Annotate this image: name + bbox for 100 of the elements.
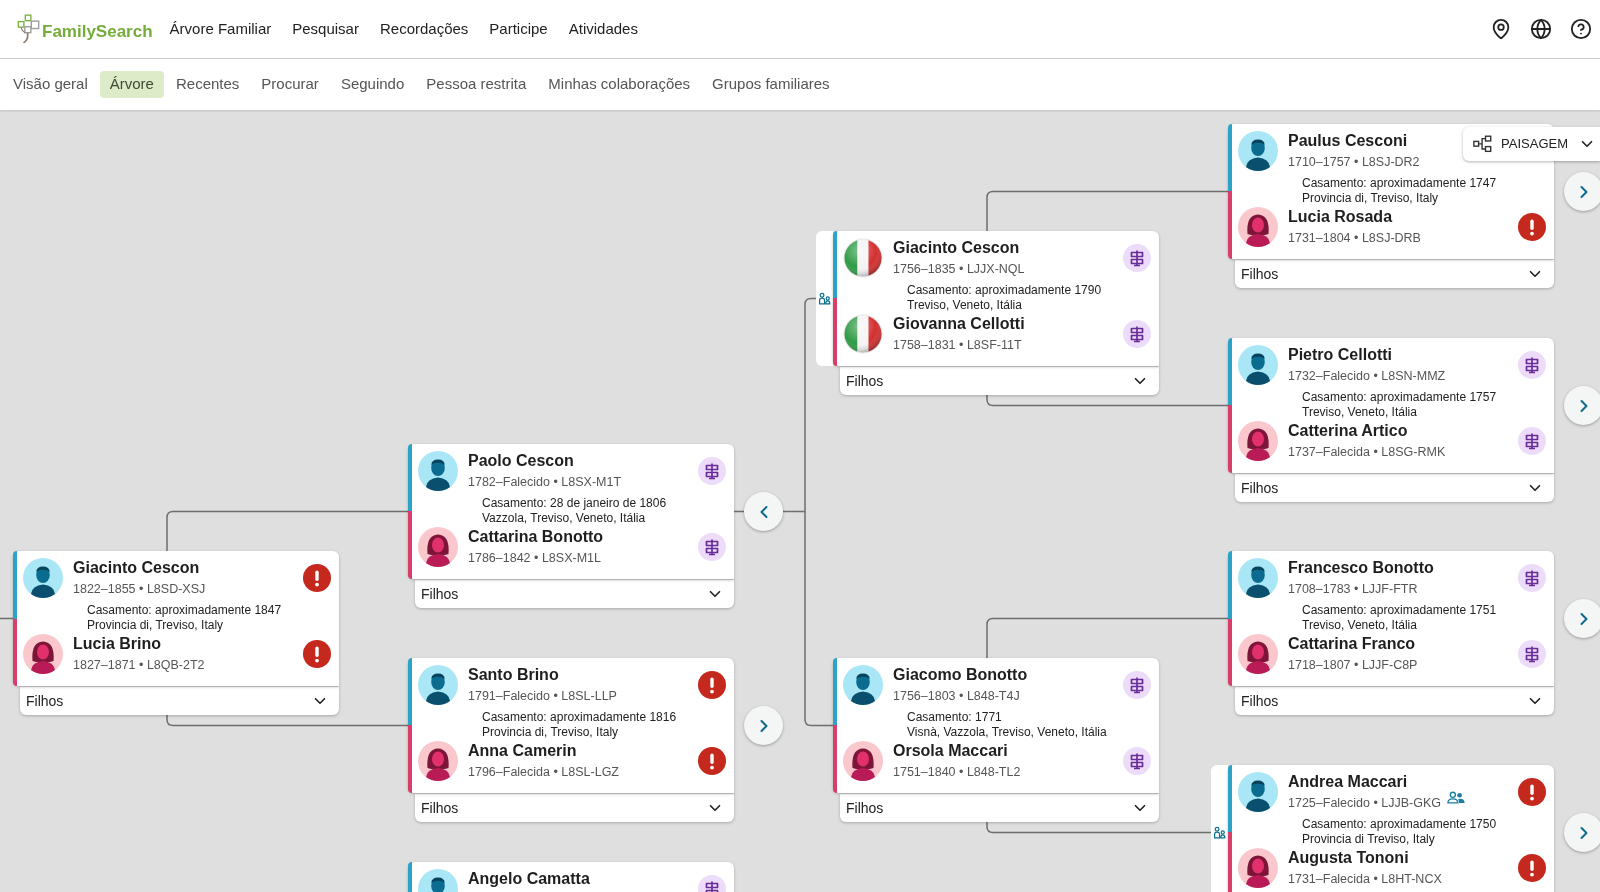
marriage-place: Provincia di, Treviso, Italy xyxy=(1302,191,1440,206)
warning-icon[interactable] xyxy=(1518,778,1546,806)
subnav-tab[interactable]: Grupos familiares xyxy=(702,71,840,98)
couple-card[interactable]: Angelo Camatta xyxy=(408,862,734,892)
couple-card[interactable]: Giacinto Cescon 1756–1835 • LJJX-NQL Casamento: aproximadamente 1790 Treviso, Veneto, Itália Giovanna Cellotti 1758–1831 • L8SF-11T xyxy=(833,231,1159,366)
person-details: 1827–1871 • L8QB-2T2 xyxy=(73,657,205,674)
woman-avatar-icon xyxy=(843,741,883,781)
subnav-tab[interactable]: Minhas colaborações xyxy=(538,71,701,98)
signpost-icon[interactable] xyxy=(1518,564,1546,592)
man-avatar-icon xyxy=(418,665,458,705)
man-avatar-icon xyxy=(418,451,458,491)
man-avatar-icon xyxy=(23,558,63,598)
children-toggle[interactable]: Filhos xyxy=(20,686,339,715)
person-name[interactable]: Paulus Cesconi xyxy=(1288,130,1420,152)
people-icon[interactable] xyxy=(1447,791,1466,804)
man-avatar-icon xyxy=(1238,558,1278,598)
signpost-icon[interactable] xyxy=(1518,351,1546,379)
signpost-icon[interactable] xyxy=(1518,427,1546,455)
signpost-icon[interactable] xyxy=(1518,640,1546,668)
person-name[interactable]: Cattarina Bonotto xyxy=(468,526,604,548)
woman-avatar-icon xyxy=(23,634,63,674)
nav-link[interactable]: Recordações xyxy=(379,17,469,41)
signpost-icon[interactable] xyxy=(1123,747,1151,775)
man-avatar-icon xyxy=(1238,131,1278,171)
subnav-tab[interactable]: Visão geral xyxy=(3,71,98,98)
warning-icon[interactable] xyxy=(698,671,726,699)
subnav-tab[interactable]: Árvore xyxy=(99,71,164,98)
person-name[interactable]: Santo Brino xyxy=(468,664,617,686)
woman-avatar-icon xyxy=(1238,421,1278,461)
nav-link[interactable]: Árvore Familiar xyxy=(169,17,272,41)
nav-link[interactable]: Atividades xyxy=(568,17,638,41)
marriage-place: Provincia di, Treviso, Italy xyxy=(482,725,620,740)
subnav-tab[interactable]: Seguindo xyxy=(330,71,415,98)
signpost-icon[interactable] xyxy=(1123,671,1151,699)
person-name[interactable]: Catterina Artico xyxy=(1288,420,1446,442)
marriage-place: Treviso, Veneto, Itália xyxy=(1302,618,1418,633)
flag-icon xyxy=(843,314,883,354)
signpost-icon[interactable] xyxy=(698,457,726,485)
children-toggle[interactable]: Filhos xyxy=(1235,686,1554,715)
nav-link[interactable]: Participe xyxy=(489,17,548,41)
warning-icon[interactable] xyxy=(698,747,726,775)
marriage-date: Casamento: aproximadamente 1750 xyxy=(1302,817,1498,832)
layout-button[interactable]: PAISAGEM xyxy=(1463,127,1600,161)
marriage-place: Treviso, Veneto, Itália xyxy=(907,298,1023,313)
person-name[interactable]: Orsola Maccari xyxy=(893,740,1021,762)
signpost-icon[interactable] xyxy=(1123,320,1151,348)
marriage-place: Provincia di Treviso, Italy xyxy=(1302,832,1436,847)
person-name[interactable]: Cattarina Franco xyxy=(1288,633,1418,655)
flag-icon xyxy=(843,238,883,278)
person-name[interactable]: Andrea Maccari xyxy=(1288,771,1466,793)
signpost-icon[interactable] xyxy=(698,533,726,561)
marriage-place: Visnà, Vazzola, Treviso, Veneto, Itália xyxy=(907,725,1108,740)
nav-link[interactable]: Pesquisar xyxy=(292,17,359,41)
warning-icon[interactable] xyxy=(303,640,331,668)
couple-icon xyxy=(818,292,831,305)
children-toggle[interactable]: Filhos xyxy=(840,366,1159,395)
children-toggle[interactable]: Filhos xyxy=(415,579,734,608)
person-name[interactable]: Paolo Cescon xyxy=(468,450,622,472)
person-name[interactable]: Giacinto Cescon xyxy=(893,237,1025,259)
marriage-place: Treviso, Veneto, Itália xyxy=(1302,405,1418,420)
person-details: 1822–1855 • L8SD-XSJ xyxy=(73,581,206,598)
couple-card[interactable]: Francesco Bonotto 1708–1783 • LJJF-FTR Casamento: aproximadamente 1751 Treviso, Veneto, Itália Cattarina Franco 1718–1807 • LJJF-C8P xyxy=(1228,551,1554,686)
person-name[interactable]: Giovanna Cellotti xyxy=(893,313,1025,335)
marriage-place: Provincia di, Treviso, Italy xyxy=(87,618,225,633)
person-name[interactable]: Lucia Rosada xyxy=(1288,206,1421,228)
person-name[interactable]: Giacinto Cescon xyxy=(73,557,206,579)
map-pin-icon[interactable] xyxy=(1490,18,1512,40)
couple-card[interactable]: Pietro Cellotti 1732–Falecido • L8SN-MMZ Casamento: aproximadamente 1757 Treviso, Veneto, Itália Catterina Artico 1737–Falecida • L8SG-RMK xyxy=(1228,338,1554,473)
couple-card[interactable]: Giacinto Cescon 1822–1855 • L8SD-XSJ Casamento: aproximadamente 1847 Provincia di, Treviso, Italy Lucia Brino 1827–1871 • L8QB-2T2 xyxy=(13,551,339,686)
warning-icon[interactable] xyxy=(303,564,331,592)
globe-icon[interactable] xyxy=(1530,18,1552,40)
warning-icon[interactable] xyxy=(1518,854,1546,882)
couple-card[interactable]: Giacomo Bonotto 1756–1803 • L848-T4J Casamento: 1771 Visnà, Vazzola, Treviso, Veneto, Itália Orsola Maccari 1751–1840 • L848-TL2 xyxy=(833,658,1159,793)
subnav-tab[interactable]: Procurar xyxy=(251,71,329,98)
family-link-tab[interactable] xyxy=(1211,765,1228,892)
marriage-date: Casamento: aproximadamente 1816 xyxy=(482,710,678,725)
signpost-icon[interactable] xyxy=(1123,244,1151,272)
couple-card[interactable]: Santo Brino 1791–Falecido • L8SL-LLP Casamento: aproximadamente 1816 Provincia di, Treviso, Italy Anna Camerin 1796–Falecida • L8SL-LGZ xyxy=(408,658,734,793)
person-name[interactable]: Anna Camerin xyxy=(468,740,619,762)
children-toggle[interactable]: Filhos xyxy=(415,793,734,822)
org-chart-icon xyxy=(1473,135,1493,153)
person-details: 1758–1831 • L8SF-11T xyxy=(893,337,1022,354)
subnav-tab[interactable]: Recentes xyxy=(165,71,250,98)
family-link-tab[interactable] xyxy=(816,231,833,366)
couple-card[interactable]: Paolo Cescon 1782–Falecido • L8SX-M1T Casamento: 28 de janeiro de 1806 Vazzola, Treviso, Veneto, Itália Cattarina Bonotto 1786–1842 • L8SX-M1L xyxy=(408,444,734,579)
person-name[interactable]: Giacomo Bonotto xyxy=(893,664,1028,686)
person-details: 1725–Falecido • LJJB-GKG xyxy=(1288,795,1442,812)
help-icon[interactable] xyxy=(1570,18,1592,40)
children-toggle[interactable]: Filhos xyxy=(1235,259,1554,288)
children-toggle[interactable]: Filhos xyxy=(840,793,1159,822)
person-name[interactable]: Lucia Brino xyxy=(73,633,205,655)
person-name[interactable]: Angelo Camatta xyxy=(468,868,590,890)
warning-icon[interactable] xyxy=(1518,213,1546,241)
children-toggle[interactable]: Filhos xyxy=(1235,473,1554,502)
person-name[interactable]: Pietro Cellotti xyxy=(1288,344,1446,366)
person-name[interactable]: Francesco Bonotto xyxy=(1288,557,1434,579)
subnav-tab[interactable]: Pessoa restrita xyxy=(416,71,537,98)
couple-card[interactable]: Andrea Maccari 1725–Falecido • LJJB-GKG Casamento: aproximadamente 1750 Provincia di Treviso, Italy Augusta Tononi 1731–Falecida • L8HT-NCX xyxy=(1228,765,1554,892)
woman-avatar-icon xyxy=(1238,848,1278,888)
person-name[interactable]: Augusta Tononi xyxy=(1288,847,1442,869)
